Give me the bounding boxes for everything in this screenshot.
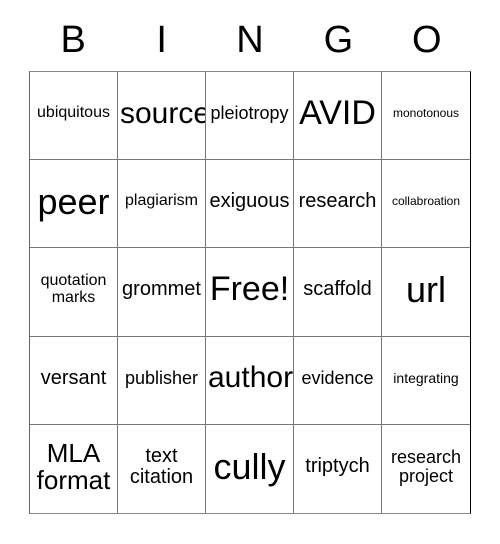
- bingo-card: B I N G O ubiquitous source pleiotropy A…: [0, 0, 500, 544]
- bingo-cell-label: MLA format: [36, 437, 111, 495]
- bingo-cell-label: versant: [40, 366, 107, 389]
- bingo-cell-i3[interactable]: grommet: [118, 248, 206, 337]
- bingo-cell-label: publisher: [124, 367, 199, 388]
- bingo-cell-b3[interactable]: quotation marks: [30, 248, 118, 337]
- bingo-cell-b1[interactable]: ubiquitous: [30, 72, 118, 161]
- bingo-cell-o5[interactable]: research project: [382, 424, 470, 513]
- bingo-cell-n5[interactable]: cully: [206, 424, 294, 513]
- bingo-cell-label: scaffold: [303, 278, 372, 301]
- bingo-header-letter-i: I: [156, 19, 167, 61]
- bingo-cell-label: source: [120, 96, 206, 130]
- bingo-cell-label: exiguous: [209, 190, 290, 213]
- bingo-cell-n4[interactable]: author: [206, 336, 294, 425]
- bingo-cell-label: author: [208, 361, 294, 395]
- bingo-cell-g5[interactable]: triptych: [294, 424, 382, 513]
- bingo-header-letter-b: B: [60, 19, 86, 61]
- bingo-cell-label: monotonous: [392, 106, 460, 121]
- bingo-cell-label: peer: [37, 180, 110, 222]
- bingo-grid: ubiquitous source pleiotropy AVID monoto…: [29, 71, 471, 514]
- bingo-cell-label: evidence: [301, 367, 374, 388]
- bingo-cell-label: pleiotropy: [210, 103, 289, 124]
- bingo-cell-b4[interactable]: versant: [30, 336, 118, 425]
- bingo-cell-label: triptych: [305, 455, 370, 478]
- bingo-cell-o4[interactable]: integrating: [382, 336, 470, 425]
- bingo-cell-i1[interactable]: source: [118, 72, 206, 161]
- bingo-cell-n1[interactable]: pleiotropy: [206, 72, 294, 161]
- bingo-cell-i4[interactable]: publisher: [118, 336, 206, 425]
- bingo-cell-i5[interactable]: text citation: [118, 424, 206, 513]
- bingo-cell-label: text citation: [129, 444, 194, 488]
- bingo-cell-label: research project: [390, 447, 462, 486]
- bingo-cell-g1[interactable]: AVID: [294, 72, 382, 161]
- bingo-cell-i2[interactable]: plagiarism: [118, 160, 206, 249]
- bingo-free-space-label: Free!: [209, 270, 290, 309]
- bingo-cell-label: grommet: [122, 278, 201, 301]
- bingo-header-letter-n: N: [236, 19, 264, 61]
- bingo-cell-label: cully: [213, 445, 286, 487]
- bingo-header-row: B I N G O: [29, 12, 471, 68]
- bingo-cell-n2[interactable]: exiguous: [206, 160, 294, 249]
- bingo-cell-g2[interactable]: research: [294, 160, 382, 249]
- bingo-cell-label: research: [298, 190, 377, 213]
- bingo-header-letter-o: O: [412, 19, 442, 61]
- bingo-cell-o1[interactable]: monotonous: [382, 72, 470, 161]
- bingo-cell-label: AVID: [299, 93, 376, 132]
- bingo-cell-o3[interactable]: url: [382, 248, 470, 337]
- bingo-header-letter-g: G: [323, 19, 354, 61]
- bingo-cell-label: collabroation: [391, 194, 461, 209]
- bingo-cell-b2[interactable]: peer: [30, 160, 118, 249]
- bingo-cell-label: integrating: [393, 369, 459, 386]
- bingo-cell-label: quotation marks: [40, 272, 107, 306]
- bingo-cell-o2[interactable]: collabroation: [382, 160, 470, 249]
- bingo-cell-b5[interactable]: MLA format: [30, 424, 118, 513]
- bingo-cell-g4[interactable]: evidence: [294, 336, 382, 425]
- bingo-cell-label: plagiarism: [125, 192, 198, 210]
- bingo-cell-label: url: [405, 269, 446, 311]
- bingo-cell-free-space[interactable]: Free!: [206, 248, 294, 337]
- bingo-cell-label: ubiquitous: [37, 104, 110, 122]
- bingo-cell-g3[interactable]: scaffold: [294, 248, 382, 337]
